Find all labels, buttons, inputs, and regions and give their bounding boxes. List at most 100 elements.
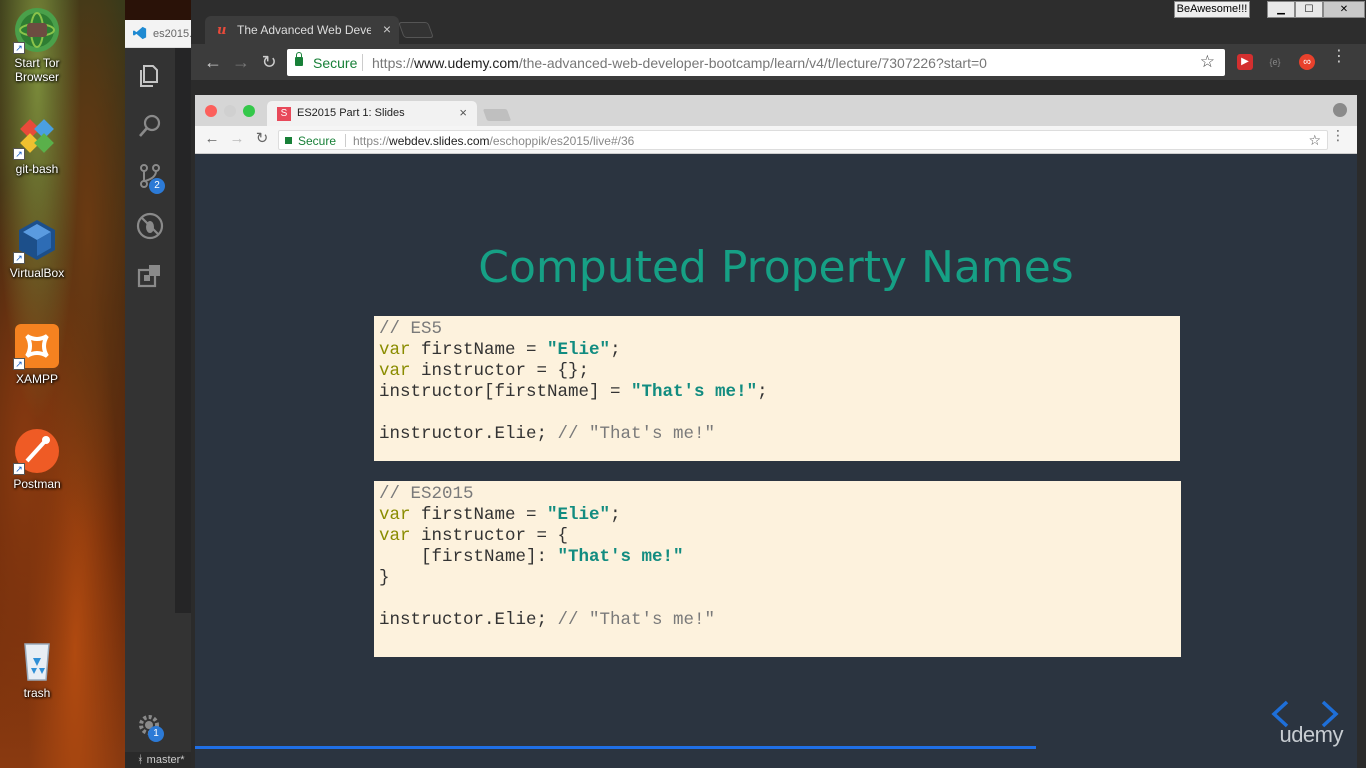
code-line: instructor.Elie; // "That's me!" [379,610,1176,631]
desktop-icon-tor[interactable]: ↗ Start Tor Browser [4,6,70,84]
code-line: instructor.Elie; // "That's me!" [379,424,1175,445]
outer-toolbar: ← → ↻ Secure https://www.udemy.com/the-a… [191,44,1366,80]
bookmark-star-icon[interactable]: ☆ [1200,52,1215,72]
maximize-light-icon[interactable] [243,105,255,117]
url-path: /the-advanced-web-developer-bootcamp/lea… [518,55,987,71]
udemy-logo: udemy [1279,722,1343,747]
close-tab-icon[interactable]: × [459,105,467,120]
url-scheme: https:// [372,55,415,71]
minimize-button[interactable]: ▁ [1267,1,1295,18]
inner-toolbar: ← → ↻ Secure https://webdev.slides.com/e… [195,126,1357,154]
url-host: www.udemy.com [414,55,519,71]
code-token: instructor.Elie; [379,424,558,444]
inner-tabstrip: S ES2015 Part 1: Slides × [195,95,1357,126]
udemy-favicon-icon: u [217,23,227,38]
infinity-extension-icon[interactable]: ∞ [1299,54,1315,70]
inner-tab-slides[interactable]: S ES2015 Part 1: Slides × [267,101,477,126]
outer-address-bar[interactable]: Secure https://www.udemy.com/the-advance… [287,49,1225,76]
code-token: firstName = [410,340,548,360]
maximize-button[interactable]: ☐ [1295,1,1323,18]
desktop: ↗ Start Tor Browser ↗ git-bash ↗ Virtual… [0,0,125,768]
vscode-status-branch[interactable]: ᚼ master* [125,752,191,768]
settings-badge: 1 [148,726,164,742]
code-block-es2015: // ES2015 var firstName = "Elie"; var inst… [374,481,1181,657]
close-tab-icon[interactable]: × [383,21,391,37]
shortcut-arrow-icon: ↗ [13,42,25,54]
code-token: var [379,340,411,360]
vscode-tab[interactable]: es2015. [125,20,192,48]
shortcut-arrow-icon: ↗ [13,463,25,475]
slide-title: Computed Property Names [478,242,1074,293]
desktop-icon-label: VirtualBox [9,266,65,280]
code-line: instructor[firstName] = "That's me!"; [379,382,1175,403]
debug-icon[interactable] [136,212,164,240]
code-token: var [379,505,411,525]
search-icon[interactable] [136,112,164,140]
desktop-icon-virtualbox[interactable]: ↗ VirtualBox [4,216,70,280]
profile-avatar-icon[interactable] [1333,103,1347,117]
code-token: // ES2015 [379,484,474,504]
red-play-extension-icon[interactable]: ▶ [1237,54,1253,70]
extensions-icon[interactable] [136,262,164,290]
code-token: "That's me!" [557,547,684,567]
code-token: "Elie" [547,505,611,525]
code-line: var instructor = { [379,526,1176,547]
reload-icon[interactable]: ↻ [259,52,279,72]
back-arrow-icon[interactable]: ← [203,52,223,72]
secure-label: Secure [313,55,358,71]
chrome-menu-icon[interactable]: ⋮ [1331,128,1345,142]
lock-icon [295,52,303,66]
code-token: // ES5 [379,319,443,339]
code-token: instructor = {}; [410,361,590,381]
code-token: instructor = { [410,526,569,546]
code-token: "That's me!" [631,382,758,402]
outer-tab-udemy[interactable]: u The Advanced Web Deve × [205,16,399,44]
inner-tab-title: ES2015 Part 1: Slides [297,107,405,119]
minimize-light-icon[interactable] [224,105,236,117]
desktop-icon-git-bash[interactable]: ↗ git-bash [4,112,70,176]
close-light-icon[interactable] [205,105,217,117]
desktop-icon-xampp[interactable]: ↗ XAMPP [4,322,70,386]
explorer-icon[interactable] [136,62,164,90]
xampp-icon: ↗ [13,322,61,370]
back-arrow-icon[interactable]: ← [203,130,221,148]
outer-url[interactable]: https://www.udemy.com/the-advanced-web-d… [372,55,987,71]
inner-url[interactable]: https://webdev.slides.com/eschoppik/es20… [353,134,634,148]
desktop-icon-trash[interactable]: trash [4,636,70,700]
postman-icon: ↗ [13,427,61,475]
code-line: var firstName = "Elie"; [379,505,1176,526]
inner-address-bar[interactable]: Secure https://webdev.slides.com/eschopp… [278,130,1328,150]
forward-arrow-icon[interactable]: → [228,130,246,148]
desktop-icon-label: Postman [13,477,61,491]
url-path: /eschoppik/es2015/live#/36 [489,134,635,148]
code-token: firstName = [410,505,548,525]
code-token: var [379,361,411,381]
new-tab-button[interactable] [398,22,434,38]
chrome-menu-icon[interactable]: ⋮ [1331,49,1347,70]
code-token: instructor[firstName] = [379,382,632,402]
url-scheme: https:// [353,134,390,148]
recycle-bin-icon [13,636,61,684]
close-window-button[interactable]: ✕ [1323,1,1365,18]
branch-label: master* [146,754,185,766]
forward-arrow-icon[interactable]: → [231,52,251,72]
shortcut-arrow-icon: ↗ [13,252,25,264]
new-tab-button[interactable] [482,109,512,121]
source-control-badge: 2 [149,178,165,194]
code-token: // "That's me!" [557,610,716,630]
reload-icon[interactable]: ↻ [253,130,271,148]
code-token: [firstName]: [379,547,558,567]
code-token: ; [610,505,621,525]
json-viewer-extension-icon[interactable]: {e} [1267,54,1283,70]
omnibox-separator [362,54,363,71]
outer-titlebar: u The Advanced Web Deve × BeAwesome!!! ▁… [191,0,1366,44]
code-token: var [379,526,411,546]
tag-button[interactable]: BeAwesome!!! [1174,1,1250,18]
code-line: var instructor = {}; [379,361,1175,382]
code-token: instructor.Elie; [379,610,558,630]
lock-icon [285,137,292,144]
bookmark-star-icon[interactable]: ☆ [1308,132,1321,149]
desktop-icon-postman[interactable]: ↗ Postman [4,427,70,491]
slide-footer [195,749,1357,768]
